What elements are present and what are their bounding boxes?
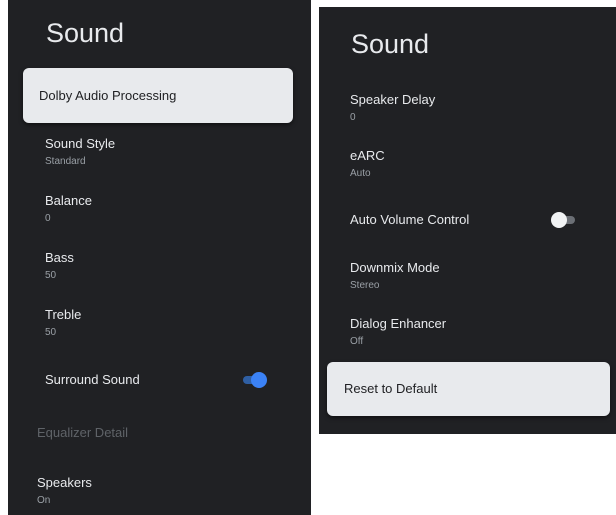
- dialog-enhancer-label: Dialog Enhancer: [350, 316, 447, 331]
- downmix-mode-value: Stereo: [350, 280, 380, 291]
- speakers-item[interactable]: Speakers On: [8, 467, 311, 515]
- surround-sound-toggle[interactable]: [241, 371, 267, 389]
- auto-volume-control-label: Auto Volume Control: [350, 212, 470, 227]
- speaker-delay-label: Speaker Delay: [350, 92, 436, 107]
- speaker-delay-item[interactable]: Speaker Delay 0: [319, 85, 616, 135]
- sound-style-item[interactable]: Sound Style Standard: [8, 128, 311, 178]
- toggle-knob: [551, 212, 567, 228]
- surround-sound-label: Surround Sound: [45, 372, 140, 387]
- balance-label: Balance: [45, 193, 92, 208]
- bass-value: 50: [45, 270, 57, 281]
- reset-to-default-button[interactable]: Reset to Default: [327, 362, 610, 416]
- speakers-value: On: [37, 495, 51, 506]
- sound-style-value: Standard: [45, 156, 86, 167]
- earc-item[interactable]: eARC Auto: [319, 141, 616, 191]
- treble-value: 50: [45, 327, 57, 338]
- equalizer-detail-header: Equalizer Detail: [37, 425, 129, 440]
- downmix-mode-item[interactable]: Downmix Mode Stereo: [319, 253, 616, 303]
- sound-style-label: Sound Style: [45, 136, 116, 151]
- dolby-audio-processing-item[interactable]: Dolby Audio Processing: [23, 68, 293, 123]
- sound-settings-panel-right: Sound Speaker Delay 0 eARC Auto Auto Vol…: [319, 7, 616, 434]
- balance-item[interactable]: Balance 0: [8, 185, 311, 235]
- downmix-mode-label: Downmix Mode: [350, 260, 440, 275]
- toggle-knob: [251, 372, 267, 388]
- earc-value: Auto: [350, 168, 371, 179]
- page-title: Sound: [46, 18, 125, 48]
- treble-label: Treble: [45, 307, 82, 322]
- treble-item[interactable]: Treble 50: [8, 299, 311, 349]
- auto-volume-control-item[interactable]: Auto Volume Control: [319, 204, 616, 240]
- sound-settings-panel-left: Sound Dolby Audio Processing Sound Style…: [8, 0, 311, 515]
- balance-value: 0: [45, 213, 51, 224]
- dialog-enhancer-item[interactable]: Dialog Enhancer Off: [319, 309, 616, 359]
- bass-item[interactable]: Bass 50: [8, 242, 311, 292]
- speakers-label: Speakers: [37, 475, 92, 490]
- dolby-audio-processing-label: Dolby Audio Processing: [39, 88, 177, 103]
- page-title: Sound: [351, 29, 430, 59]
- reset-to-default-label: Reset to Default: [344, 381, 438, 396]
- dialog-enhancer-value: Off: [350, 336, 364, 347]
- speaker-delay-value: 0: [350, 112, 356, 123]
- surround-sound-item[interactable]: Surround Sound: [8, 362, 311, 398]
- bass-label: Bass: [45, 250, 74, 265]
- auto-volume-control-toggle[interactable]: [551, 211, 577, 229]
- earc-label: eARC: [350, 148, 385, 163]
